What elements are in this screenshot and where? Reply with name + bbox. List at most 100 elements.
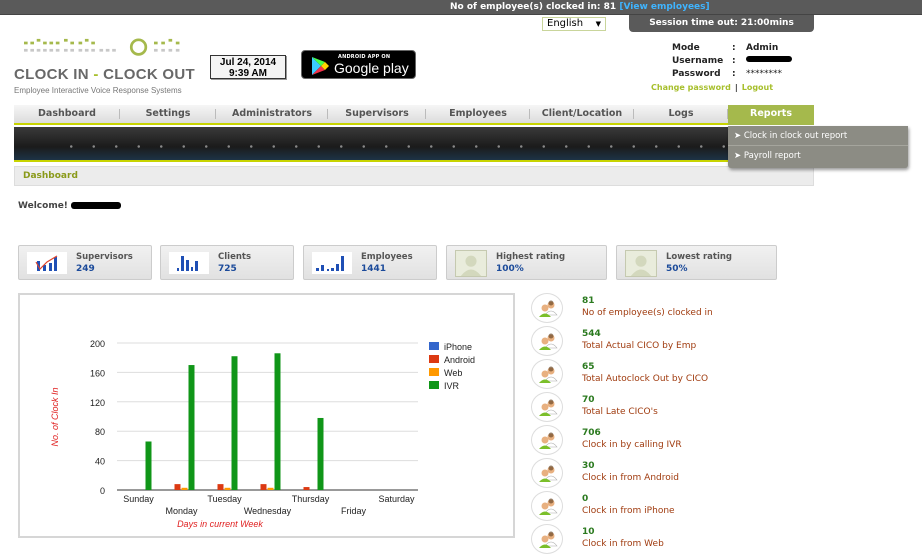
bar-ivr: [231, 356, 238, 490]
x-tick-label: Wednesday: [244, 506, 292, 516]
bar-web: [224, 487, 231, 490]
legend-swatch: [429, 368, 439, 376]
side-stat-item: 10 Clock in from Web: [531, 524, 791, 557]
logout-link[interactable]: Logout: [742, 83, 773, 92]
side-stat-label: Clock in by calling IVR: [582, 440, 682, 450]
y-tick-label: 40: [95, 457, 105, 467]
menu-item-clock-report[interactable]: ➤ Clock in clock out report: [728, 126, 908, 146]
menu-item-label: Clock in clock out report: [743, 131, 848, 141]
nav-dashboard[interactable]: Dashboard: [14, 105, 120, 123]
side-stat-label: Clock in from iPhone: [582, 506, 675, 516]
legend-swatch: [429, 355, 439, 363]
nav-logs[interactable]: Logs: [634, 105, 728, 123]
side-stat-value: 65: [582, 362, 595, 372]
colon: :: [732, 69, 736, 79]
colon: :: [732, 43, 736, 53]
menu-item-label: Payroll report: [743, 151, 801, 161]
bar-web: [181, 487, 188, 490]
welcome-name-redacted: [71, 202, 122, 209]
logo-title-right: CLOCK OUT: [103, 66, 195, 83]
username-label: Username: [672, 56, 724, 66]
current-datetime: Jul 24, 2014 9:39 AM: [210, 55, 286, 79]
bar-android: [303, 487, 310, 490]
account-links: Change password | Logout: [651, 83, 773, 92]
users-icon: [531, 359, 563, 389]
users-icon: [531, 326, 563, 356]
nav-supervisors[interactable]: Supervisors: [328, 105, 426, 123]
x-tick-label: Friday: [341, 506, 367, 516]
nav-administrators[interactable]: Administrators: [216, 105, 328, 123]
stat-card-clients[interactable]: Clients 725: [160, 245, 294, 280]
legend-label: iPhone: [444, 342, 472, 352]
logo[interactable]: CLOCK IN - CLOCK OUT Employee Interactiv…: [14, 38, 195, 98]
mode-value: Admin: [746, 43, 779, 53]
top-status-bar: No of employee(s) clocked in: 81 [View e…: [0, 0, 922, 15]
side-stat-value: 706: [582, 428, 601, 438]
breadcrumb: Dashboard: [14, 166, 814, 186]
y-axis-title: No. of Clock In: [50, 387, 60, 446]
logo-title: CLOCK IN - CLOCK OUT: [14, 66, 195, 83]
decorative-banner: [14, 127, 814, 162]
side-stat-value: 10: [582, 527, 595, 537]
side-stat-item: 81 No of employee(s) clocked in: [531, 293, 791, 326]
stat-card-highest-rating[interactable]: Highest rating 100%: [446, 245, 607, 280]
stat-label: Employees: [361, 252, 413, 262]
legend-swatch: [429, 342, 439, 350]
side-stat-item: 30 Clock in from Android: [531, 458, 791, 491]
users-icon: [531, 392, 563, 422]
legend-label: Android: [444, 355, 475, 365]
bar-chart-trend-icon: [27, 252, 67, 274]
clocked-in-status: No of employee(s) clocked in: 81 [View e…: [450, 2, 710, 12]
colon: :: [732, 56, 736, 66]
users-icon: [531, 524, 563, 554]
nav-reports[interactable]: Reports: [728, 105, 814, 125]
user-info: Mode: Admin Username: Password: ********: [672, 43, 792, 82]
stat-card-employees[interactable]: Employees 1441: [303, 245, 437, 280]
bar-android: [174, 484, 181, 490]
menu-item-payroll-report[interactable]: ➤ Payroll report: [728, 146, 908, 166]
arrow-right-icon: ➤: [734, 131, 744, 141]
current-date: Jul 24, 2014: [219, 57, 277, 68]
logo-title-sep: -: [93, 66, 99, 83]
x-axis-title: Days in current Week: [177, 519, 263, 529]
side-stat-item: 0 Clock in from iPhone: [531, 491, 791, 524]
google-play-badge[interactable]: ANDROID APP ON Google play: [301, 50, 416, 79]
google-play-big-text: Google play: [334, 60, 409, 76]
google-play-icon: [312, 57, 329, 75]
users-icon: [531, 293, 563, 323]
stat-value: 1441: [361, 264, 387, 274]
side-stat-label: Total Autoclock Out by CICO: [582, 374, 709, 384]
arrow-right-icon: ➤: [734, 151, 744, 161]
nav-settings[interactable]: Settings: [120, 105, 216, 123]
y-tick-label: 120: [90, 398, 105, 408]
y-tick-label: 0: [100, 486, 105, 496]
change-password-link[interactable]: Change password: [651, 83, 731, 92]
stat-value: 249: [76, 264, 95, 274]
view-employees-link[interactable]: [View employees]: [619, 2, 709, 12]
nav-employees[interactable]: Employees: [426, 105, 530, 123]
clock-in-chart: 0 40 80 120 160 200 Sunday Monday Tuesday Wednesd…: [18, 293, 515, 538]
users-icon: [531, 425, 563, 455]
stat-value: 100%: [496, 264, 524, 274]
welcome-message: Welcome!: [18, 201, 122, 211]
chevron-down-icon: ▼: [595, 20, 601, 28]
stat-label: Supervisors: [76, 252, 133, 262]
bar-ivr: [317, 417, 324, 490]
current-time: 9:39 AM: [229, 68, 267, 79]
language-selected: English: [547, 18, 584, 29]
bar-chart-icon: [169, 252, 209, 274]
stat-card-lowest-rating[interactable]: Lowest rating 50%: [616, 245, 777, 280]
main-nav: Dashboard Settings Administrators Superv…: [14, 105, 814, 125]
users-icon: [531, 491, 563, 521]
stat-card-supervisors[interactable]: Supervisors 249: [18, 245, 152, 280]
clocked-in-text: No of employee(s) clocked in: 81: [450, 2, 617, 12]
x-tick-label: Sunday: [123, 494, 154, 504]
side-stat-label: Total Actual CICO by Emp: [582, 341, 697, 351]
stat-label: Clients: [218, 252, 252, 262]
bar-ivr: [145, 441, 152, 490]
side-stat-value: 70: [582, 395, 595, 405]
nav-client-location[interactable]: Client/Location: [530, 105, 634, 123]
language-select[interactable]: English ▼: [542, 17, 606, 31]
bar-android: [260, 484, 267, 490]
legend-label: IVR: [444, 381, 460, 391]
